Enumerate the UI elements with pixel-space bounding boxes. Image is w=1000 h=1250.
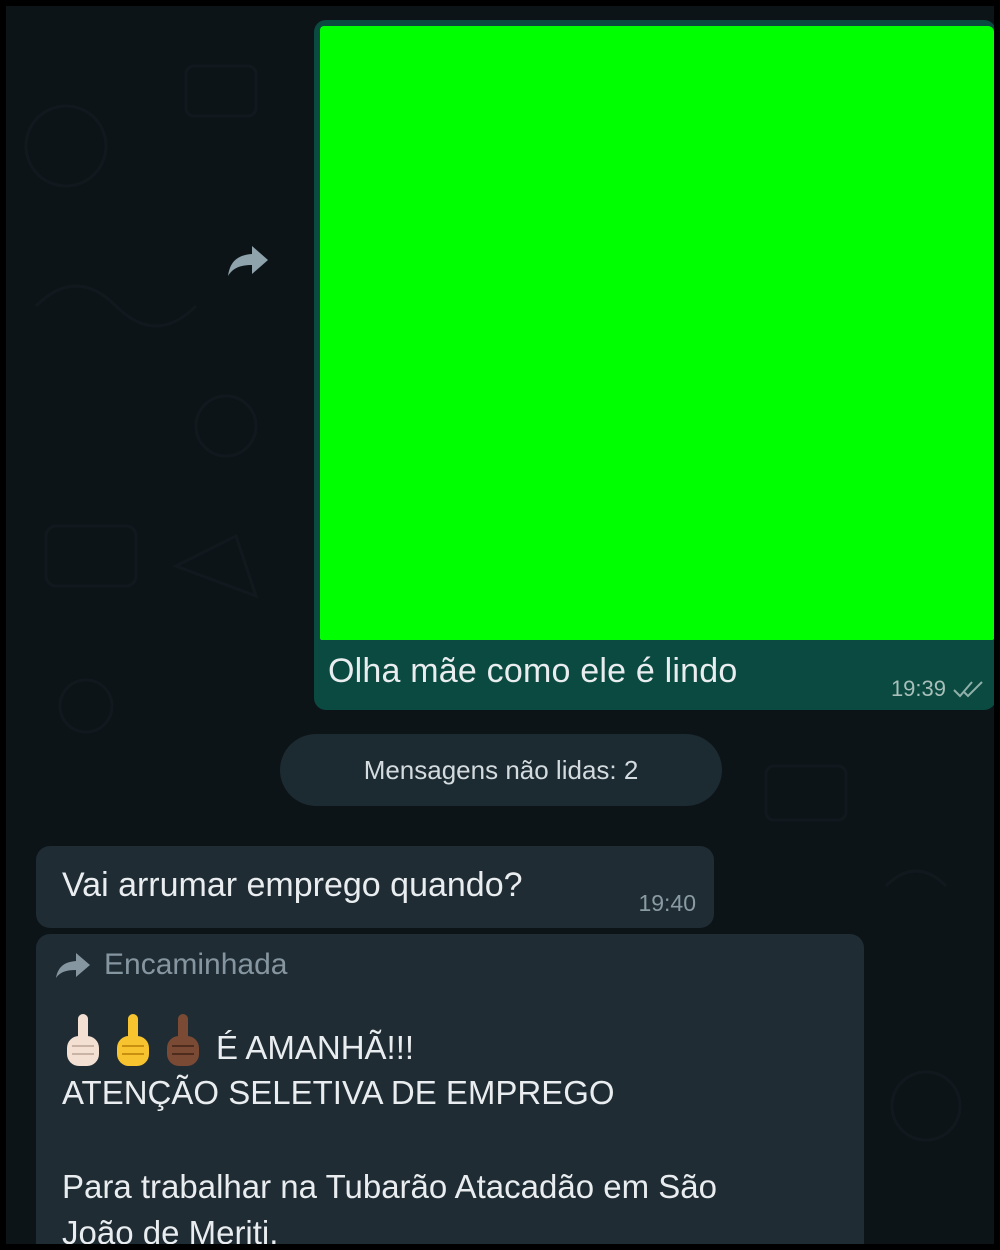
- chat-screen: Olha mãe como ele é lindo 19:39 Mensagen…: [6, 6, 994, 1244]
- message-meta: 19:39: [891, 676, 986, 702]
- unread-label: Mensagens não lidas: 2: [363, 754, 639, 785]
- message-line: Para trabalhar na Tubarão Atacadão em Sã…: [62, 1168, 717, 1205]
- forwarded-label: Encaminhada: [104, 948, 288, 981]
- outgoing-image-message[interactable]: Olha mãe como ele é lindo 19:39: [314, 20, 994, 710]
- incoming-message[interactable]: Vai arrumar emprego quando? 19:40: [36, 846, 714, 928]
- message-text: Vai arrumar emprego quando?: [62, 866, 523, 904]
- forwarded-header: Encaminhada: [54, 948, 287, 982]
- index-pointing-up-dark-icon: [167, 1014, 199, 1066]
- index-pointing-up-light-icon: [67, 1014, 99, 1066]
- headline-row: É AMANHÃ!!!: [62, 1008, 414, 1070]
- message-time: 19:40: [638, 890, 696, 916]
- index-pointing-up-yellow-icon: [117, 1014, 149, 1066]
- message-time: 19:39: [890, 676, 946, 701]
- forwarded-message[interactable]: Encaminhada É AMANHÃ!!! ATENÇÃO SELETIVA…: [36, 934, 864, 1244]
- image-caption: Olha mãe como ele é lindo: [328, 652, 738, 690]
- message-line: ATENÇÃO SELETIVA DE EMPREGO: [62, 1074, 615, 1111]
- message-image[interactable]: [320, 26, 994, 640]
- forward-icon[interactable]: [224, 240, 272, 280]
- message-line: João de Meriti.: [62, 1214, 279, 1244]
- headline-text: É AMANHÃ!!!: [216, 1029, 415, 1066]
- forward-arrow-icon: [56, 953, 90, 978]
- double-check-icon: [953, 681, 983, 698]
- unread-messages-divider: Mensagens não lidas: 2: [280, 734, 722, 806]
